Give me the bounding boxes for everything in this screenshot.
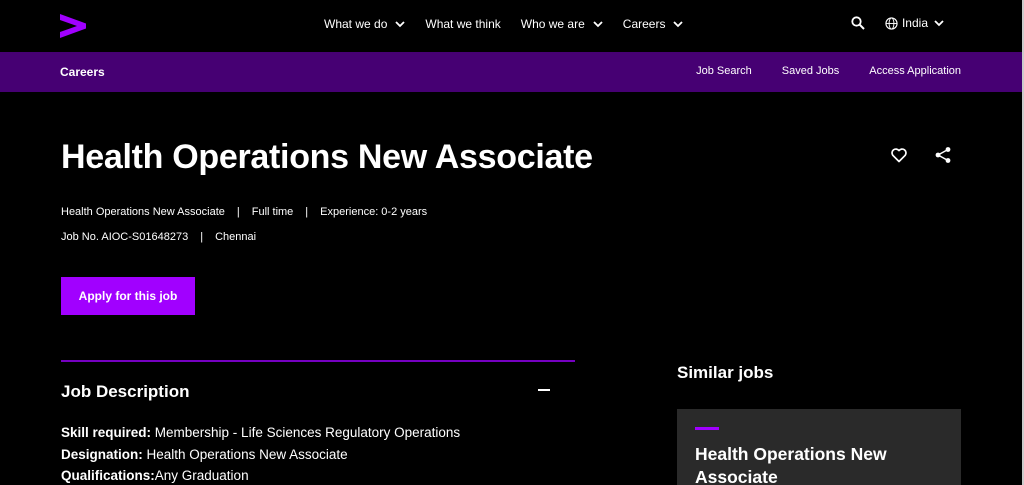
nav-what-we-do[interactable]: What we do xyxy=(324,17,406,31)
subnav-links: Job Search Saved Jobs Access Application xyxy=(666,65,961,77)
nav-label: What we do xyxy=(324,17,388,31)
accenture-logo-icon[interactable] xyxy=(60,14,86,38)
chevron-down-icon xyxy=(593,21,603,28)
job-meta-line-1: Health Operations New Associate | Full t… xyxy=(61,206,427,218)
job-meta-line-2: Job No. AIOC-S01648273 | Chennai xyxy=(61,231,256,243)
nav-careers[interactable]: Careers xyxy=(623,17,684,31)
field-label: Qualifications: xyxy=(61,468,155,483)
share-icon[interactable] xyxy=(934,146,952,164)
similar-job-card[interactable]: Health Operations New Associate xyxy=(677,409,961,485)
field-value: Membership - Life Sciences Regulatory Op… xyxy=(151,425,461,440)
nav-what-we-think[interactable]: What we think xyxy=(425,17,500,31)
job-description-heading[interactable]: Job Description xyxy=(61,382,189,402)
page-title: Health Operations New Associate xyxy=(61,138,593,176)
field-value: Any Graduation xyxy=(154,468,249,483)
job-experience: Experience: 0-2 years xyxy=(320,206,428,218)
apply-button[interactable]: Apply for this job xyxy=(61,277,195,315)
globe-icon xyxy=(885,16,898,30)
card-accent-bar xyxy=(695,427,719,430)
access-application-link[interactable]: Access Application xyxy=(869,65,961,77)
separator: | xyxy=(200,231,204,243)
chevron-down-icon xyxy=(395,21,406,28)
top-navigation: What we do What we think Who we are Care… xyxy=(0,0,1022,52)
locale-selector[interactable]: India xyxy=(885,16,944,30)
qualifications-line: Qualifications:Any Graduation xyxy=(61,468,249,483)
separator: | xyxy=(236,206,240,218)
similar-job-title[interactable]: Health Operations New Associate xyxy=(695,443,945,485)
section-divider xyxy=(61,360,575,362)
field-label: Designation: xyxy=(61,447,143,462)
job-type: Full time xyxy=(251,206,294,218)
nav-label: Who we are xyxy=(520,17,585,31)
chevron-down-icon xyxy=(934,20,944,27)
field-label: Skill required: xyxy=(61,425,152,440)
job-search-link[interactable]: Job Search xyxy=(696,65,752,77)
nav-label: What we think xyxy=(425,17,501,31)
designation-line: Designation: Health Operations New Assoc… xyxy=(61,447,348,462)
job-actions xyxy=(890,146,952,164)
job-number: Job No. AIOC-S01648273 xyxy=(61,231,189,243)
heart-icon[interactable] xyxy=(890,146,908,164)
job-location: Chennai xyxy=(215,231,257,243)
search-icon[interactable] xyxy=(851,16,865,30)
chevron-down-icon xyxy=(673,21,684,28)
subnav-title[interactable]: Careers xyxy=(60,65,105,79)
collapse-icon[interactable] xyxy=(538,389,550,391)
main-nav: What we do What we think Who we are Care… xyxy=(324,17,703,31)
job-role: Health Operations New Associate xyxy=(61,206,225,218)
locale-label: India xyxy=(901,16,928,30)
similar-jobs-heading: Similar jobs xyxy=(677,363,774,382)
nav-utilities: India xyxy=(851,16,944,30)
field-value: Health Operations New Associate xyxy=(142,447,348,462)
nav-label: Careers xyxy=(622,17,666,31)
careers-subnav: Careers Job Search Saved Jobs Access App… xyxy=(0,52,1022,92)
nav-who-we-are[interactable]: Who we are xyxy=(521,17,603,31)
separator: | xyxy=(305,206,309,218)
skill-required-line: Skill required: Membership - Life Scienc… xyxy=(61,425,460,440)
saved-jobs-link[interactable]: Saved Jobs xyxy=(782,65,839,77)
